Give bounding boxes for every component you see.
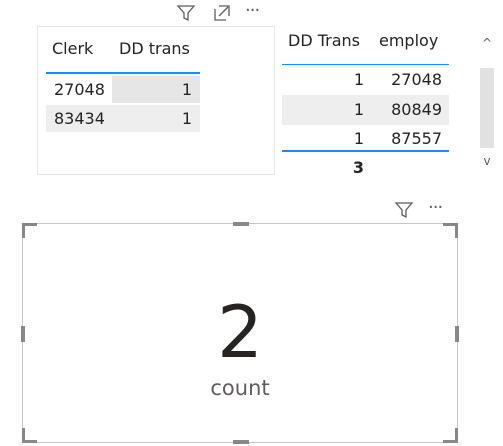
cell-dd-trans: 1	[353, 100, 364, 119]
header-divider	[46, 72, 200, 74]
resize-handle-bottom-right[interactable]	[443, 428, 458, 443]
column-header-dd-trans[interactable]: DD trans	[119, 39, 190, 58]
resize-handle-top[interactable]	[233, 222, 249, 226]
total-value: 3	[352, 158, 364, 177]
scroll-down-icon[interactable]: v	[480, 152, 494, 170]
resize-handle-bottom[interactable]	[233, 440, 249, 444]
count-card-visual[interactable]: 2 count	[21, 222, 459, 444]
cell-employ: 80849	[391, 100, 442, 119]
column-header-employ[interactable]: employ	[379, 31, 438, 50]
vertical-scrollbar[interactable]: ^ v	[480, 34, 494, 168]
filter-icon[interactable]	[394, 200, 414, 220]
total-divider	[282, 150, 449, 152]
card-label: count	[210, 376, 270, 400]
dd-trans-table-visual[interactable]: DD Trans employ 1 27048 1 80849 1 87557 …	[282, 20, 496, 185]
card-value: 2	[217, 290, 263, 374]
cell-dd-trans: 1	[112, 76, 200, 103]
column-header-dd-trans[interactable]: DD Trans	[288, 31, 360, 50]
scroll-thumb[interactable]	[480, 68, 494, 148]
resize-handle-top-right[interactable]	[443, 223, 458, 238]
scroll-up-icon[interactable]: ^	[480, 34, 494, 52]
cell-dd-trans: 1	[112, 105, 200, 132]
table-row[interactable]: 1 27048	[282, 65, 449, 95]
clerk-table-visual[interactable]: Clerk DD trans 27048 1 83434 1	[37, 26, 275, 175]
table-row[interactable]: 1 80849	[282, 95, 449, 125]
resize-handle-right[interactable]	[455, 326, 459, 342]
filter-icon[interactable]	[176, 3, 196, 23]
resize-handle-bottom-left[interactable]	[22, 428, 37, 443]
resize-handle-top-left[interactable]	[22, 223, 37, 238]
cell-dd-trans: 1	[353, 70, 364, 89]
cell-employ: 27048	[391, 70, 442, 89]
resize-handle-left[interactable]	[21, 326, 25, 342]
more-options-icon[interactable]: ···	[428, 197, 443, 218]
cell-clerk: 27048	[54, 80, 105, 99]
column-header-clerk[interactable]: Clerk	[52, 39, 93, 58]
cell-clerk: 83434	[46, 105, 112, 132]
more-options-icon[interactable]: ···	[245, 0, 260, 21]
focus-mode-icon[interactable]	[212, 3, 232, 23]
